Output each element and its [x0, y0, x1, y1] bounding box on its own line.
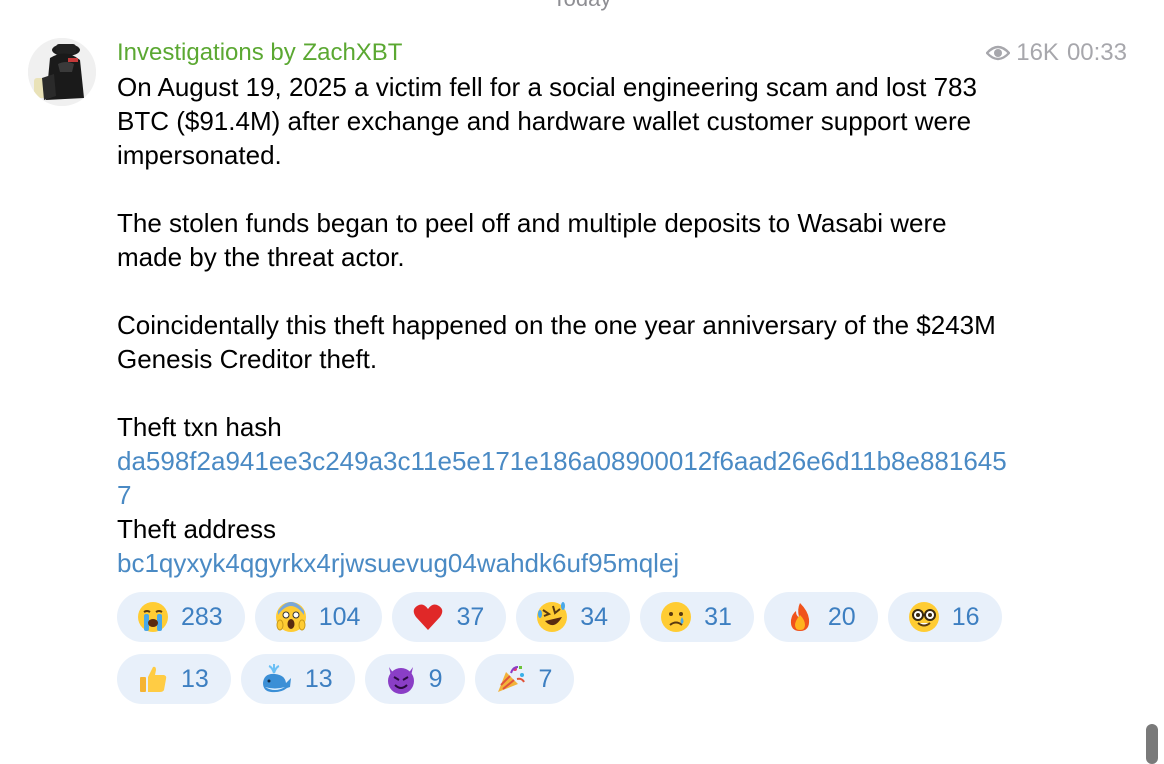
- reaction-screaming[interactable]: 104: [254, 592, 383, 642]
- reaction-count: 37: [456, 602, 485, 631]
- message-meta: 16K 00:33: [986, 36, 1127, 70]
- reaction-count: 13: [181, 664, 209, 693]
- smiling-devil-icon: [385, 663, 417, 695]
- reaction-fire[interactable]: 20: [763, 592, 878, 642]
- address-label: Theft address: [117, 514, 276, 544]
- message-paragraph: On August 19, 2025 a victim fell for a s…: [117, 72, 977, 170]
- message-paragraph: Coincidentally this theft happened on th…: [117, 310, 996, 374]
- txn-hash-link[interactable]: da598f2a941ee3c249a3c11e5e171e186a089000…: [117, 444, 1017, 512]
- message-time: 00:33: [1066, 39, 1127, 66]
- theft-address-link[interactable]: bc1qyxyk4qgyrkx4rjwsuevug04wahdk6uf95mql…: [117, 546, 1017, 580]
- reaction-devil[interactable]: 9: [364, 654, 465, 704]
- message-paragraph: [117, 274, 1017, 308]
- reaction-thumbs-up[interactable]: 13: [117, 654, 231, 704]
- party-popper-icon: [495, 663, 527, 695]
- reaction-count: 31: [704, 602, 732, 631]
- reaction-nerd[interactable]: 16: [887, 592, 1002, 642]
- spouting-whale-icon: [261, 663, 293, 695]
- reaction-party[interactable]: 7: [474, 654, 575, 704]
- channel-message: Investigations by ZachXBT 16K 00:33 On A…: [117, 36, 1127, 716]
- nerd-face-icon: [908, 601, 940, 633]
- reaction-heart[interactable]: 37: [392, 592, 507, 642]
- reaction-rofl[interactable]: 34: [516, 592, 631, 642]
- message-paragraph: [117, 376, 1017, 410]
- hash-label: Theft txn hash: [117, 412, 282, 442]
- face-screaming-in-fear-icon: [275, 601, 307, 633]
- date-header: Today: [0, 0, 1164, 12]
- reaction-count: 34: [580, 602, 609, 631]
- reaction-loudly-crying[interactable]: 283: [117, 592, 245, 642]
- reaction-count: 283: [181, 602, 223, 631]
- rolling-on-floor-laughing-icon: [536, 601, 568, 633]
- message-body: On August 19, 2025 a victim fell for a s…: [117, 70, 1017, 580]
- channel-avatar[interactable]: [28, 38, 96, 106]
- reaction-count: 9: [428, 664, 443, 693]
- sender-name[interactable]: Investigations by ZachXBT: [117, 39, 402, 66]
- thumbs-up-icon: [137, 663, 169, 695]
- view-count: 16K: [1016, 39, 1059, 66]
- loudly-crying-face-icon: [137, 601, 169, 633]
- reaction-count: 20: [827, 602, 856, 631]
- fire-icon: [784, 601, 816, 633]
- scrollbar-thumb[interactable]: [1146, 724, 1158, 764]
- crying-face-icon: [660, 601, 692, 633]
- eye-icon: [986, 44, 1011, 62]
- message-paragraph: [117, 172, 1017, 206]
- reaction-count: 13: [304, 664, 333, 693]
- reaction-crying[interactable]: 31: [640, 592, 754, 642]
- reaction-count: 7: [538, 664, 553, 693]
- reactions-bar: 283 104 37 34 31 20 16 13 13 9 7: [117, 592, 1017, 716]
- reaction-count: 104: [318, 602, 361, 631]
- message-paragraph: The stolen funds began to peel off and m…: [117, 208, 947, 272]
- reaction-whale[interactable]: 13: [240, 654, 355, 704]
- reaction-count: 16: [951, 602, 980, 631]
- red-heart-icon: [412, 601, 444, 633]
